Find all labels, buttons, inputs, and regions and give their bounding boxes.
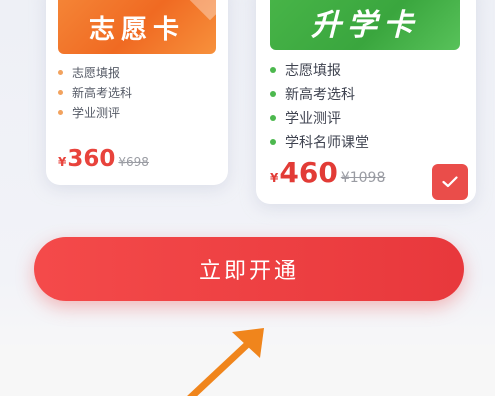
check-icon — [442, 176, 458, 188]
activate-button-label: 立即开通 — [198, 259, 299, 284]
price-amount: 360 — [67, 146, 116, 172]
original-price: ¥698 — [118, 155, 149, 169]
plan-title-banner: 升学卡 — [270, 0, 460, 50]
plan-card-shengxue[interactable]: 升学卡 志愿填报 新高考选科 学业测评 学科名师课堂 ¥ 460 ¥1098 — [256, 0, 476, 204]
price: ¥ 460 ¥1098 — [270, 156, 385, 189]
currency-symbol: ¥ — [270, 171, 279, 185]
bullet-dot-icon — [58, 89, 63, 95]
plan-title: 升学卡 — [311, 8, 419, 43]
bullet-dot-icon — [58, 69, 63, 75]
selected-badge[interactable] — [432, 164, 468, 200]
activate-button[interactable]: 立即开通 — [34, 237, 464, 301]
bullet-dot-icon — [270, 115, 276, 121]
feature-label: 新高考选科 — [285, 87, 355, 103]
feature-label: 学业测评 — [285, 111, 341, 127]
feature-label: 志愿填报 — [72, 65, 121, 80]
feature-label: 志愿填报 — [285, 63, 341, 79]
plan-title-banner: 志愿卡 — [58, 0, 216, 54]
feature-label: 新高考选科 — [72, 85, 133, 100]
feature-item: 学业测评 — [58, 102, 132, 122]
bullet-dot-icon — [270, 139, 276, 145]
bullet-dot-icon — [270, 91, 276, 97]
currency-symbol: ¥ — [58, 155, 67, 169]
feature-item: 新高考选科 — [270, 82, 369, 106]
feature-item: 学科名师课堂 — [270, 130, 369, 154]
price-amount: 460 — [279, 156, 338, 189]
feature-item: 志愿填报 — [270, 58, 369, 82]
feature-item: 新高考选科 — [58, 82, 132, 102]
feature-item: 学业测评 — [270, 106, 369, 130]
feature-label: 学业测评 — [72, 105, 121, 120]
bullet-dot-icon — [58, 109, 63, 115]
original-price: ¥1098 — [340, 170, 386, 186]
price: ¥ 360 ¥698 — [58, 146, 149, 172]
feature-list: 志愿填报 新高考选科 学业测评 — [58, 62, 132, 122]
bullet-dot-icon — [270, 67, 276, 73]
feature-list: 志愿填报 新高考选科 学业测评 学科名师课堂 — [270, 58, 369, 154]
plan-title: 志愿卡 — [88, 14, 185, 45]
arrow-pointer-icon — [187, 328, 264, 396]
plan-card-zhiyuan[interactable]: 志愿卡 志愿填报 新高考选科 学业测评 ¥ 360 ¥698 — [46, 0, 228, 185]
feature-item: 志愿填报 — [58, 62, 132, 82]
feature-label: 学科名师课堂 — [285, 135, 369, 151]
